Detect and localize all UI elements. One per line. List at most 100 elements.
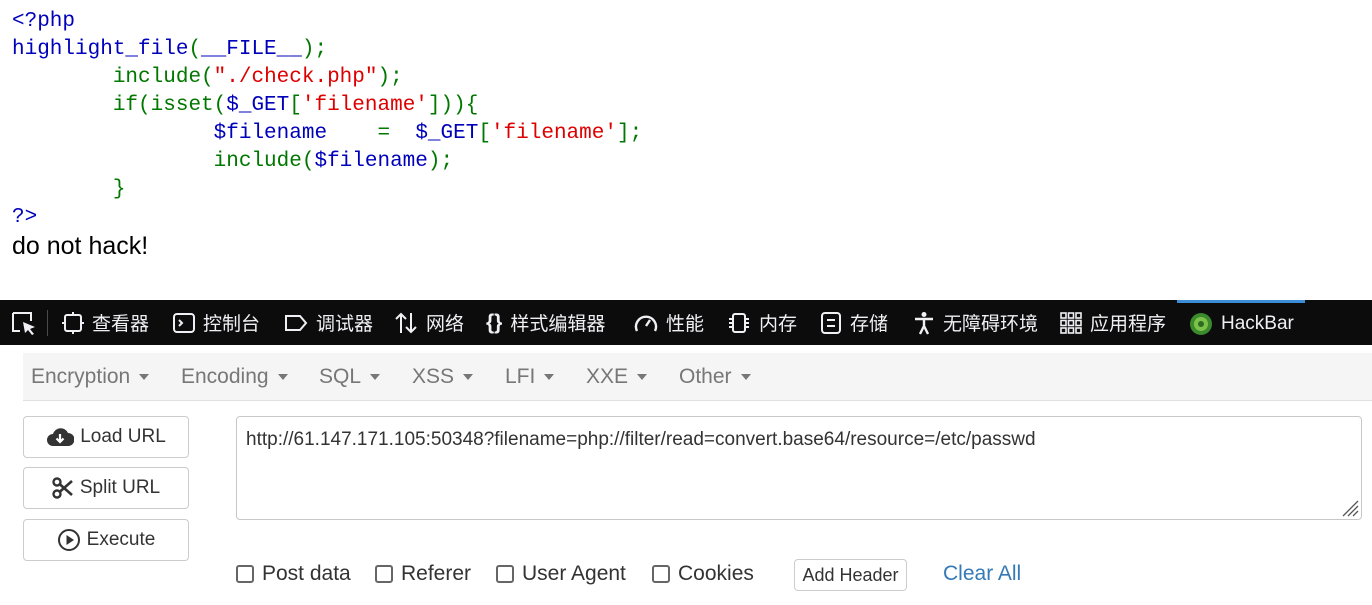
tab-inspector[interactable]: 查看器 (62, 300, 149, 345)
accessibility-icon (915, 311, 933, 335)
code-include: include( (213, 150, 315, 173)
button-label: Load URL (80, 426, 166, 447)
tab-application[interactable]: 应用程序 (1060, 300, 1166, 345)
php-source-code: <?php highlight_file(__FILE__); include(… (12, 8, 642, 232)
inspector-icon (62, 311, 84, 334)
output-message: do not hack! (12, 232, 149, 260)
code-brace: } (112, 178, 126, 201)
code-string: 'filename' (490, 122, 617, 145)
menu-label: Encoding (181, 364, 269, 388)
code-var: $_GET (226, 94, 290, 117)
menu-sql[interactable]: SQL (319, 353, 381, 400)
tab-console[interactable]: 控制台 (173, 300, 260, 345)
caret-down-icon (463, 373, 474, 380)
tab-style-editor[interactable]: {} 样式编辑器 (486, 300, 605, 345)
hackbar-logo-icon (1190, 313, 1212, 335)
code-string: "./check.php" (213, 66, 378, 89)
menu-label: LFI (505, 364, 536, 388)
tab-label: 内存 (759, 314, 798, 335)
add-header-button[interactable]: Add Header (794, 559, 907, 591)
execute-button[interactable]: Execute (23, 519, 189, 561)
option-referer[interactable]: Referer (375, 562, 471, 586)
url-input[interactable]: http://61.147.171.105:50348?filename=php… (236, 416, 1362, 520)
caret-down-icon (544, 373, 555, 380)
caret-down-icon (637, 373, 648, 380)
code-paren: ); (377, 66, 403, 89)
tab-label: 样式编辑器 (510, 314, 606, 335)
tab-label: 控制台 (203, 314, 261, 335)
button-label: Split URL (79, 477, 161, 498)
menu-xss[interactable]: XSS (412, 353, 474, 400)
storage-icon (821, 311, 841, 334)
code-include: include( (112, 66, 214, 89)
tab-label: 网络 (426, 314, 465, 335)
option-user-agent[interactable]: User Agent (496, 562, 626, 586)
tab-debugger[interactable]: 调试器 (284, 300, 373, 345)
performance-icon (634, 314, 658, 332)
hackbar-menu: Encryption Encoding SQL XSS LFI XXE Othe… (23, 353, 1372, 401)
button-label: Execute (86, 529, 156, 550)
tab-accessibility[interactable]: 无障碍环境 (913, 300, 1038, 345)
tab-label: 存储 (850, 314, 889, 335)
code-string: 'filename' (301, 94, 428, 117)
php-close-tag: ?> (12, 206, 38, 229)
tab-storage[interactable]: 存储 (820, 300, 888, 345)
console-icon (173, 312, 195, 333)
caret-down-icon (277, 373, 288, 380)
devtools-toolbar: 查看器 控制台 调试器 网络 {} 样式编辑器 性能 内存 存储 无障碍环境 应… (0, 300, 1372, 345)
option-label: User Agent (522, 562, 626, 585)
tab-label: 查看器 (92, 314, 150, 335)
network-icon (395, 312, 417, 333)
style-editor-icon: {} (486, 310, 503, 334)
caret-down-icon (740, 373, 751, 380)
tab-label: HackBar (1221, 313, 1294, 334)
cookies-checkbox[interactable] (652, 565, 670, 583)
code-paren: ); (301, 38, 328, 61)
user-agent-checkbox[interactable] (496, 565, 514, 583)
php-open-tag: <?php (12, 10, 76, 33)
code-bracket: [ (289, 94, 302, 117)
toolbar-separator (47, 310, 48, 336)
debugger-icon (285, 314, 308, 331)
application-grid-icon (1060, 311, 1082, 334)
code-paren: ); (427, 150, 454, 173)
caret-down-icon (370, 373, 381, 380)
code-bracket: ]; (616, 122, 643, 145)
code-var: $_GET (415, 122, 479, 145)
clear-all-link[interactable]: Clear All (943, 562, 1021, 586)
menu-lfi[interactable]: LFI (505, 353, 555, 400)
code-fn-name: highlight_file (12, 38, 189, 61)
referer-checkbox[interactable] (375, 565, 393, 583)
code-paren: ( (188, 38, 202, 61)
menu-label: Encryption (31, 364, 131, 388)
tab-label: 性能 (666, 314, 705, 335)
menu-other[interactable]: Other (679, 353, 751, 400)
post-data-checkbox[interactable] (236, 565, 254, 583)
code-var: $filename (213, 122, 328, 145)
menu-encoding[interactable]: Encoding (181, 353, 288, 400)
cloud-download-icon (47, 428, 75, 446)
option-cookies[interactable]: Cookies (652, 562, 754, 586)
resize-grip-icon[interactable] (1339, 497, 1359, 517)
menu-xxe[interactable]: XXE (586, 353, 648, 400)
code-bracket: ])){ (427, 94, 479, 117)
menu-label: Other (679, 364, 732, 388)
tab-hackbar[interactable]: HackBar (1177, 300, 1305, 345)
tab-memory[interactable]: 内存 (727, 300, 797, 345)
code-operator: = (377, 122, 391, 145)
option-label: Referer (401, 562, 472, 585)
tab-label: 无障碍环境 (943, 314, 1039, 335)
tab-label: 调试器 (316, 314, 374, 335)
tab-network[interactable]: 网络 (394, 300, 464, 345)
memory-icon (729, 312, 749, 333)
load-url-button[interactable]: Load URL (23, 416, 189, 458)
tab-performance[interactable]: 性能 (634, 300, 704, 345)
split-url-button[interactable]: Split URL (23, 467, 189, 509)
menu-encryption[interactable]: Encryption (31, 353, 150, 400)
tab-label: 应用程序 (1090, 314, 1167, 335)
code-if-isset: if(isset( (112, 94, 227, 117)
option-post-data[interactable]: Post data (236, 562, 351, 586)
element-picker-icon[interactable] (10, 310, 38, 336)
menu-label: XSS (412, 364, 455, 388)
menu-label: XXE (586, 364, 629, 388)
